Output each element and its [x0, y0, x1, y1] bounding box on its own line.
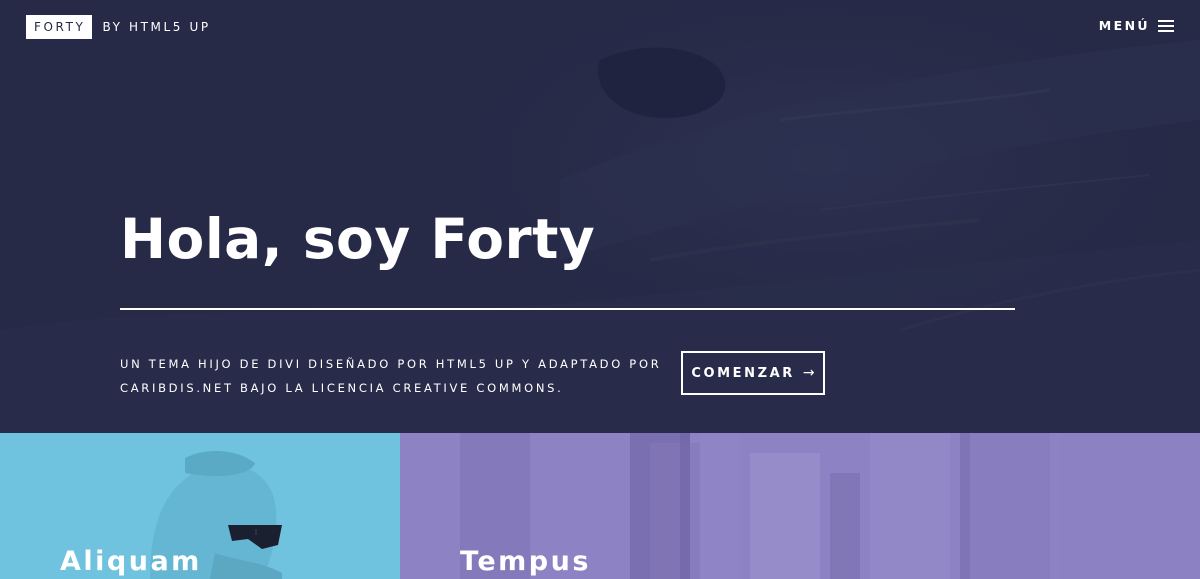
logo-byline: BY HTML5 UP: [102, 20, 211, 34]
tiles: Aliquam Tempus: [0, 433, 1200, 579]
comenzar-button[interactable]: COMENZAR →: [681, 351, 825, 395]
menu-button[interactable]: MENÚ: [1099, 18, 1174, 33]
site-header: FORTY BY HTML5 UP MENÚ: [0, 0, 1200, 54]
tile-tempus[interactable]: Tempus: [400, 433, 1200, 579]
banner-inner: Hola, soy Forty UN TEMA HIJO DE DIVI DIS…: [120, 0, 1020, 433]
hamburger-icon: [1158, 19, 1174, 32]
comenzar-button-label: COMENZAR: [691, 365, 795, 381]
logo-box: FORTY: [26, 15, 93, 39]
banner-description: UN TEMA HIJO DE DIVI DISEÑADO POR HTML5 …: [120, 357, 662, 395]
tile-aliquam[interactable]: Aliquam: [0, 433, 400, 579]
banner: Hola, soy Forty UN TEMA HIJO DE DIVI DIS…: [0, 0, 1200, 433]
arrow-right-icon: →: [802, 365, 815, 381]
banner-title: Hola, soy Forty: [120, 207, 596, 271]
site-logo[interactable]: FORTY BY HTML5 UP: [26, 15, 211, 39]
tile-title: Tempus: [460, 546, 591, 577]
tile-title: Aliquam: [60, 546, 202, 577]
menu-label: MENÚ: [1098, 18, 1150, 33]
banner-divider: [120, 308, 1015, 310]
